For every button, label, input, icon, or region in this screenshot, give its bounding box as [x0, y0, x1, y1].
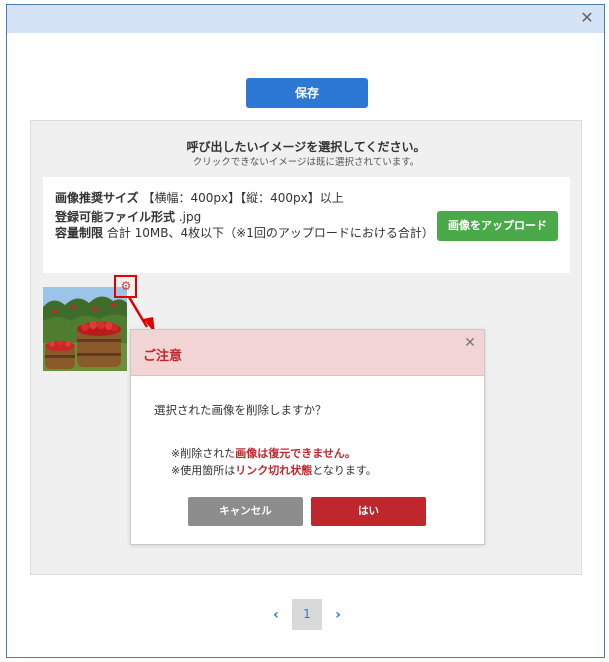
image-delete-trigger[interactable]: ⚙: [114, 275, 137, 298]
upload-image-button[interactable]: 画像をアップロード: [437, 211, 558, 241]
close-icon[interactable]: ✕: [578, 8, 596, 28]
save-button[interactable]: 保存: [246, 78, 368, 108]
cancel-button[interactable]: キャンセル: [188, 497, 303, 526]
spec-size-value: 【横幅：400px】【縦：400px】以上: [142, 191, 344, 205]
upload-spec-box: 画像推奨サイズ 【横幅：400px】【縦：400px】以上 登録可能ファイル形式…: [43, 177, 570, 273]
spec-capacity: 容量制限 合計 10MB、4枚以下（※1回のアップロードにおける合計）: [55, 225, 445, 242]
spec-size-label: 画像推奨サイズ: [55, 191, 139, 205]
warning-line-2: ※使用箇所はリンク切れ状態となります。: [171, 462, 377, 478]
image-thumbnail[interactable]: [43, 287, 127, 371]
modal-header: ✕: [7, 5, 604, 33]
warning-2-suffix: となります。: [312, 464, 377, 477]
confirm-yes-button[interactable]: はい: [311, 497, 426, 526]
spec-format: 登録可能ファイル形式 .jpg: [55, 208, 201, 225]
warning-line-1: ※削除された画像は復元できません。: [171, 445, 356, 461]
panel-subtitle: クリックできないイメージは既に選択されています。: [192, 157, 420, 168]
panel-title: 呼び出したいイメージを選択してください。: [186, 140, 426, 154]
warning-1-strong: 画像は復元できません。: [235, 447, 356, 460]
apple-basket-photo: [43, 287, 127, 371]
dialog-question: 選択された画像を削除しますか？: [154, 403, 327, 417]
warning-2-strong: リンク切れ状態: [235, 464, 313, 477]
delete-confirm-dialog: ご注意 ✕ 選択された画像を削除しますか？ ※削除された画像は復元できません。 …: [130, 329, 485, 545]
dialog-header: ご注意 ✕: [131, 330, 484, 376]
spec-format-label: 登録可能ファイル形式: [55, 210, 176, 224]
spec-capacity-value: 合計 10MB、4枚以下（※1回のアップロードにおける合計）: [106, 226, 434, 240]
gear-icon: ⚙: [120, 279, 132, 293]
spec-format-value: .jpg: [178, 210, 202, 224]
page-number-current[interactable]: 1: [292, 599, 322, 630]
chevron-left-icon[interactable]: ‹: [266, 604, 286, 626]
warning-1-prefix: ※削除された: [171, 447, 236, 460]
chevron-right-icon[interactable]: ›: [328, 604, 348, 626]
spec-size: 画像推奨サイズ 【横幅：400px】【縦：400px】以上: [55, 189, 344, 206]
spec-capacity-label: 容量制限: [55, 226, 104, 240]
dialog-close-icon[interactable]: ✕: [462, 334, 478, 352]
warning-2-prefix: ※使用箇所は: [171, 464, 236, 477]
dialog-title: ご注意: [143, 349, 183, 364]
